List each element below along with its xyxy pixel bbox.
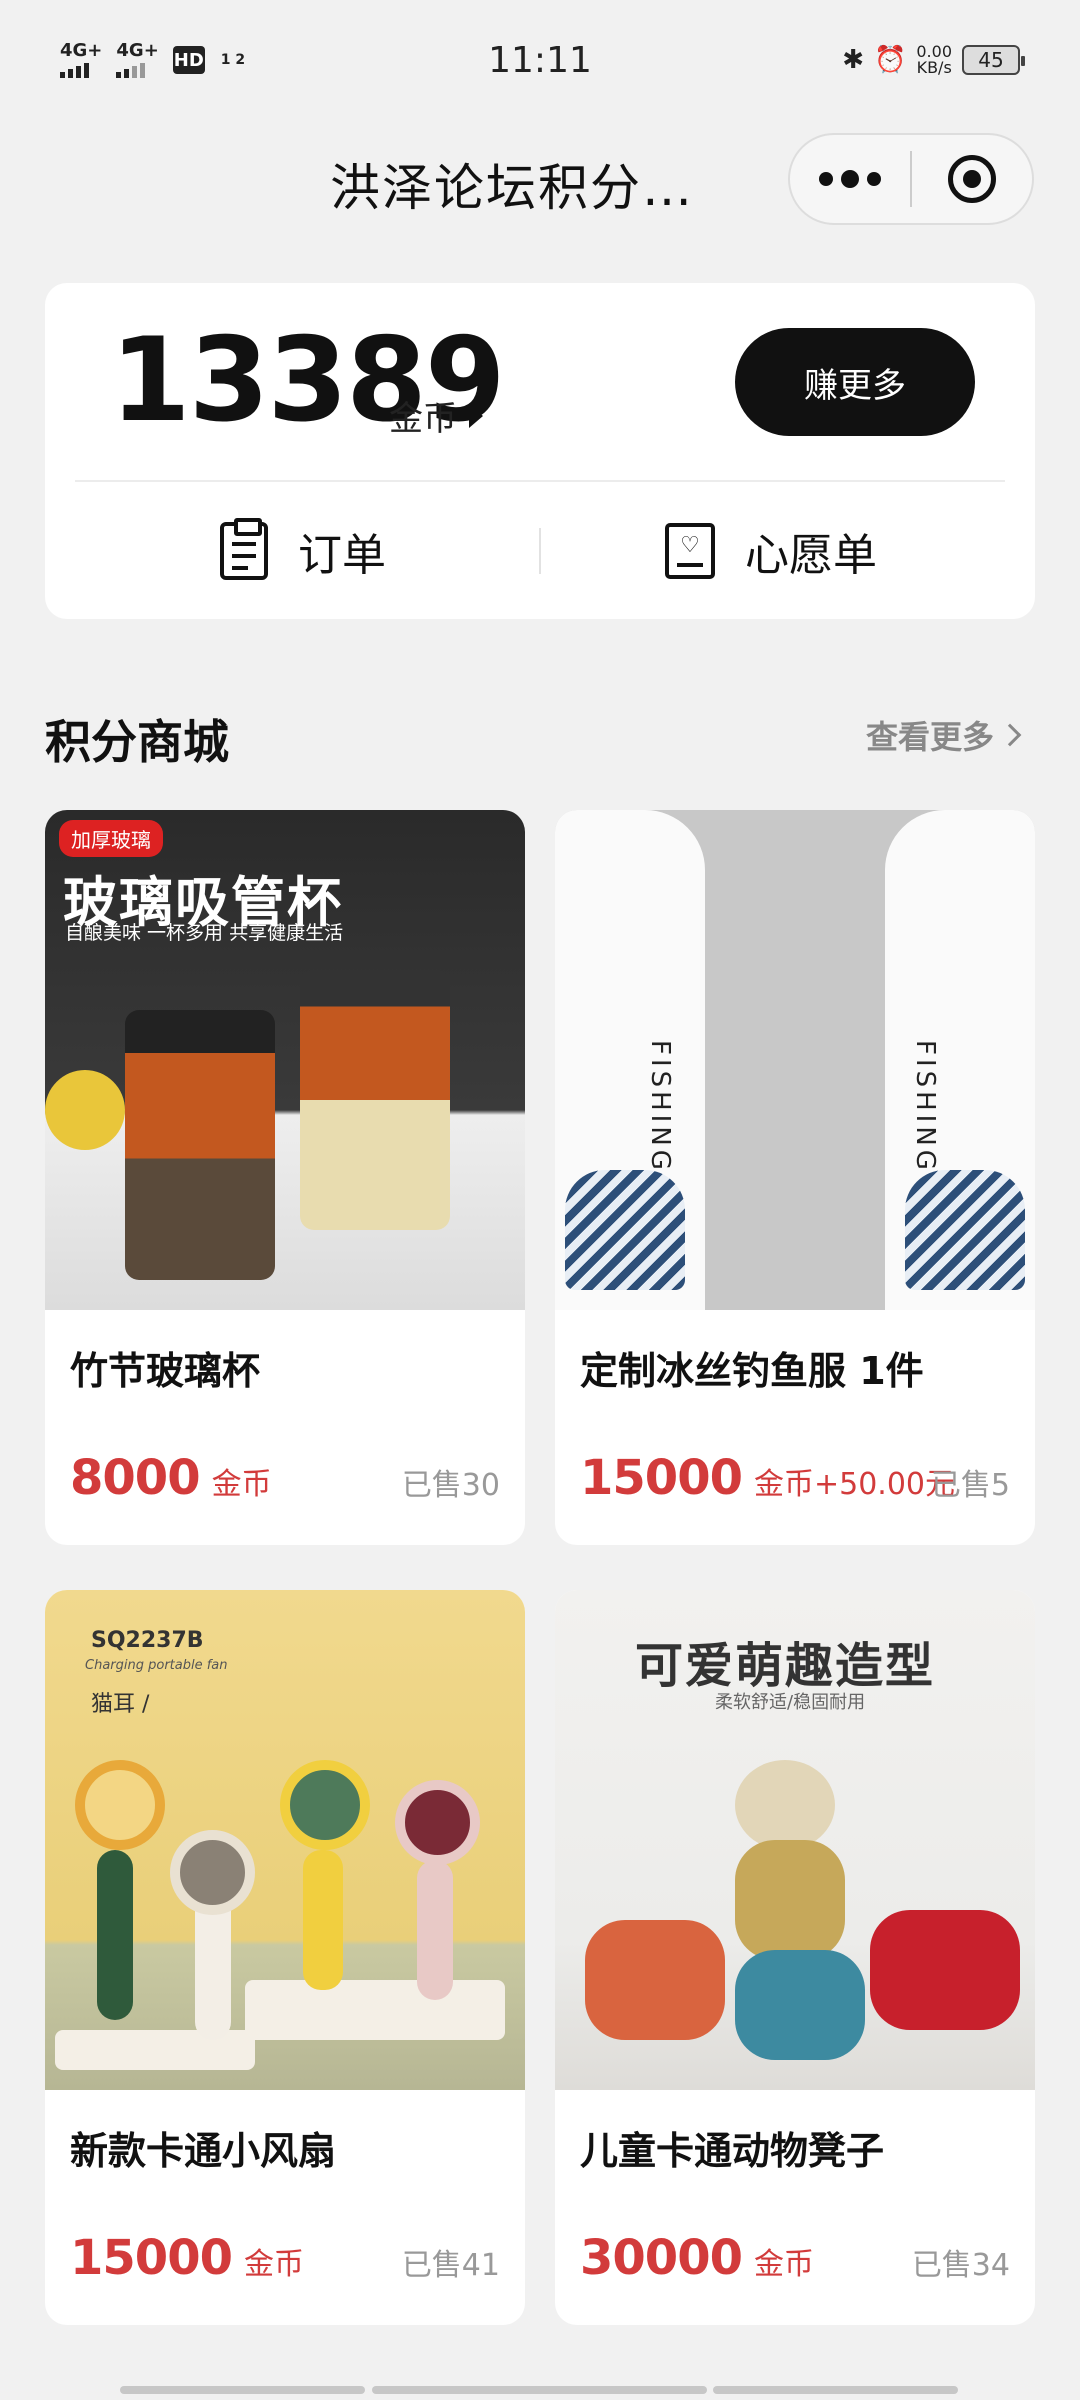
chevron-right-icon: [998, 723, 1022, 747]
price-value: 8000: [70, 1450, 201, 1506]
product-card[interactable]: SQ2237B Charging portable fan 猫耳 / 新款卡通小…: [45, 1590, 525, 2325]
wave-pattern: [565, 1170, 685, 1290]
image-tag: 加厚玻璃: [59, 820, 163, 857]
target-icon: [948, 155, 996, 203]
product-price: 15000 金币+50.00元: [580, 1450, 955, 1506]
stool-graphic: [870, 1910, 1020, 2030]
lemon-graphic: [45, 1070, 125, 1150]
jacket-graphic: FISHING: [555, 810, 705, 1310]
product-name: 定制冰丝钓鱼服 1件: [580, 1349, 924, 1393]
orders-button[interactable]: 订单: [220, 508, 386, 594]
sold-count: 已售34: [911, 2248, 1010, 2283]
points-card: 13389 金币 赚更多 订单 ♡ 心愿单: [45, 283, 1035, 619]
deer-head-graphic: [735, 1760, 835, 1850]
wishlist-button[interactable]: ♡ 心愿单: [665, 508, 877, 594]
image-heading: 可爱萌趣造型: [635, 1638, 936, 1694]
home-indicator: [372, 2386, 707, 2394]
wave-pattern: [905, 1170, 1025, 1290]
sold-count: 已售41: [401, 2248, 500, 2283]
home-indicator: [120, 2386, 365, 2394]
page-title: 洪泽论坛积分…: [330, 159, 694, 217]
more-dot: [867, 172, 881, 186]
see-more-label: 查看更多: [866, 718, 995, 756]
clipboard-icon: [220, 518, 268, 580]
wishlist-label: 心愿单: [745, 530, 877, 581]
fan-handle: [417, 1860, 453, 2000]
product-card[interactable]: FISHING FISHING 定制冰丝钓鱼服 1件 15000 金币+50.0…: [555, 810, 1035, 1545]
image-model-sub: Charging portable fan: [85, 1658, 228, 1673]
stool-graphic: [735, 1840, 845, 1960]
status-time: 11:11: [488, 40, 592, 81]
product-name: 新款卡通小风扇: [70, 2129, 337, 2173]
action-divider: [539, 528, 541, 574]
product-image: SQ2237B Charging portable fan 猫耳 /: [45, 1590, 525, 2090]
more-dot: [819, 172, 833, 186]
fan-graphic: [395, 1780, 480, 1865]
product-image: 加厚玻璃 玻璃吸管杯 自酿美味 一杯多用 共享健康生活: [45, 810, 525, 1310]
product-price: 15000 金币: [70, 2230, 304, 2286]
jacket-print-text: FISHING: [910, 1040, 940, 1174]
cup-graphic: [125, 1010, 275, 1280]
jacket-graphic: FISHING: [885, 810, 1035, 1310]
product-name: 儿童卡通动物凳子: [580, 2129, 885, 2173]
points-unit-link[interactable]: 金币: [389, 391, 483, 440]
fan-graphic: [280, 1760, 370, 1850]
price-unit: 金币: [244, 2247, 304, 2282]
stool-graphic: [585, 1920, 725, 2040]
sold-count: 已售30: [401, 1468, 500, 1503]
divider: [75, 480, 1005, 482]
orders-label: 订单: [298, 530, 386, 581]
product-image: FISHING FISHING: [555, 810, 1035, 1310]
mini-program-capsule: [788, 133, 1034, 225]
cup-graphic: [300, 970, 450, 1230]
more-button[interactable]: [790, 135, 910, 223]
sold-count: 已售5: [930, 1468, 1010, 1503]
price-value: 15000: [70, 2230, 233, 2286]
price-unit: 金币: [754, 2247, 814, 2282]
product-name: 竹节玻璃杯: [70, 1349, 261, 1393]
image-variant: 猫耳 /: [91, 1692, 150, 1717]
fan-handle: [303, 1850, 343, 1990]
triangle-right-icon: [469, 403, 483, 428]
price-unit: 金币+50.00元: [754, 1467, 956, 1502]
product-price: 30000 金币: [580, 2230, 814, 2286]
product-price: 8000 金币: [70, 1450, 272, 1506]
image-model: SQ2237B: [91, 1628, 204, 1653]
fan-graphic: [170, 1830, 255, 1915]
image-subheading: 柔软舒适/稳固耐用: [715, 1692, 866, 1713]
price-value: 15000: [580, 1450, 743, 1506]
fan-handle: [97, 1850, 133, 2020]
earn-more-button[interactable]: 赚更多: [735, 328, 975, 436]
price-unit: 金币: [211, 1467, 272, 1502]
see-more-link[interactable]: 查看更多: [866, 712, 1022, 758]
image-subheading: 自酿美味 一杯多用 共享健康生活: [65, 922, 344, 944]
points-unit: 金币: [389, 399, 457, 439]
jacket-print-text: FISHING: [645, 1040, 675, 1174]
close-button[interactable]: [912, 155, 1032, 203]
section-title: 积分商城: [45, 715, 229, 769]
fan-graphic: [75, 1760, 165, 1850]
pedestal-graphic: [245, 1980, 505, 2040]
product-card[interactable]: 加厚玻璃 玻璃吸管杯 自酿美味 一杯多用 共享健康生活 竹节玻璃杯 8000 金…: [45, 810, 525, 1545]
pedestal-graphic: [55, 2030, 255, 2070]
home-indicator: [713, 2386, 958, 2394]
more-dot: [841, 170, 859, 188]
heart-icon: ♡: [665, 523, 715, 579]
product-card[interactable]: 可爱萌趣造型 柔软舒适/稳固耐用 儿童卡通动物凳子 30000 金币 已售34: [555, 1590, 1035, 2325]
price-value: 30000: [580, 2230, 743, 2286]
product-image: 可爱萌趣造型 柔软舒适/稳固耐用: [555, 1590, 1035, 2090]
stool-graphic: [735, 1950, 865, 2060]
